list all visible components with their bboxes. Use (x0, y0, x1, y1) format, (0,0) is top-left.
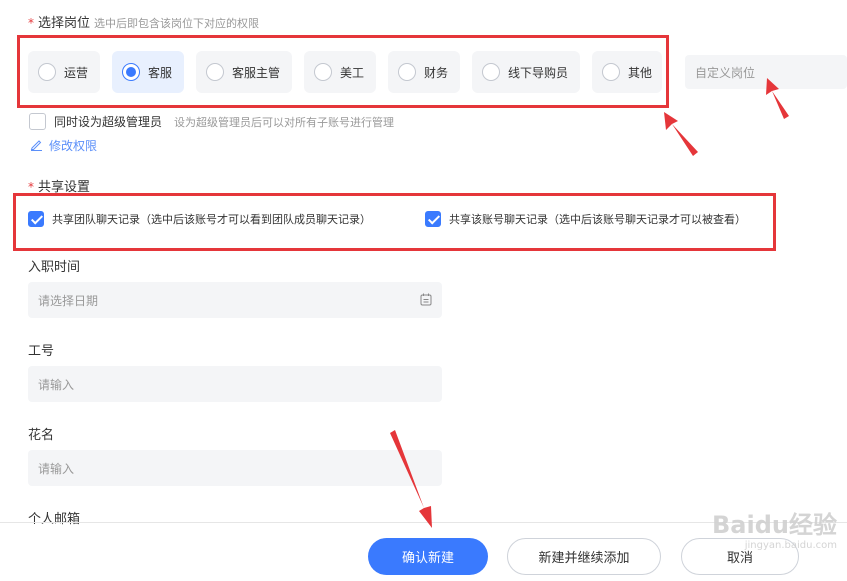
annotation-arrows (390, 78, 789, 528)
baidu-jingyan-watermark: Baidu经验 jingyan.baidu.com (712, 505, 837, 551)
watermark-brand: Baidu经验 (712, 511, 837, 539)
arrow-icon-3 (390, 430, 432, 528)
arrow-icon-1 (664, 112, 698, 156)
watermark-url: jingyan.baidu.com (744, 540, 837, 551)
arrow-icon-2 (766, 78, 789, 119)
